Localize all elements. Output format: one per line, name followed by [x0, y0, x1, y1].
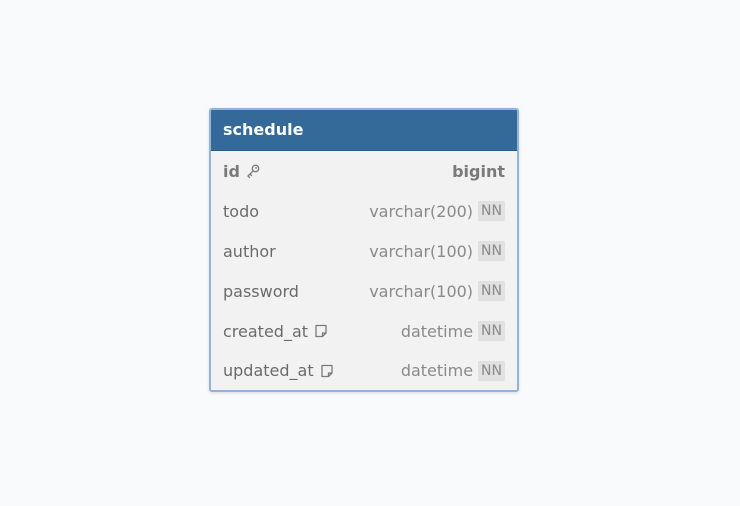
- field-row-author[interactable]: author varchar(100) NN: [211, 231, 517, 271]
- field-name: password: [223, 281, 299, 301]
- field-type: bigint: [452, 161, 505, 181]
- field-name: updated_at: [223, 361, 314, 380]
- field-row-password[interactable]: password varchar(100) NN: [211, 271, 517, 311]
- not-null-badge: NN: [478, 241, 505, 261]
- field-row-todo[interactable]: todo varchar(200) NN: [211, 191, 517, 231]
- field-type: varchar(200): [369, 201, 474, 221]
- field-name: created_at: [223, 321, 309, 341]
- field-type: varchar(100): [369, 241, 474, 261]
- field-type: datetime: [400, 361, 474, 380]
- field-type: datetime: [400, 321, 474, 341]
- field-type: varchar(100): [369, 281, 474, 301]
- schedule-table[interactable]: schedule id bigint todo varchar(200) NN: [209, 108, 519, 392]
- not-null-badge: NN: [478, 201, 505, 221]
- not-null-badge: NN: [478, 360, 505, 381]
- not-null-badge: NN: [478, 281, 505, 301]
- field-row-created-at[interactable]: created_at datetime NN: [211, 311, 517, 351]
- field-row-updated-at[interactable]: updated_at datetime NN: [211, 351, 517, 390]
- key-icon: [245, 163, 261, 179]
- field-row-id[interactable]: id bigint: [211, 151, 517, 191]
- field-name: todo: [223, 201, 260, 221]
- table-title[interactable]: schedule: [211, 110, 517, 151]
- note-icon[interactable]: [319, 363, 335, 379]
- note-icon[interactable]: [313, 323, 329, 339]
- not-null-badge: NN: [478, 321, 505, 341]
- field-name: id: [223, 161, 240, 181]
- field-name: author: [223, 241, 276, 261]
